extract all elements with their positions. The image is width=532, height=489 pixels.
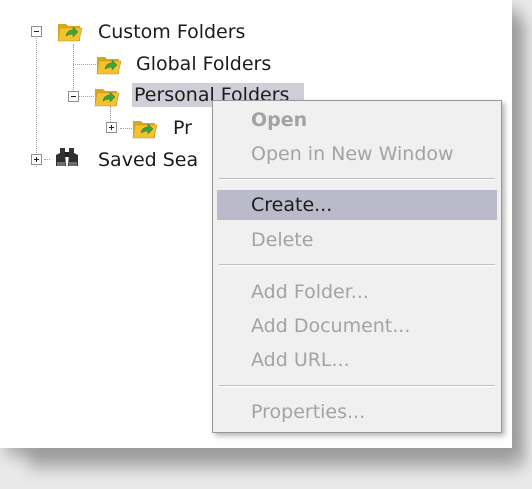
context-menu: Open Open in New Window Create... Delete…	[212, 100, 502, 433]
tree-line	[44, 159, 50, 160]
tree-line	[36, 36, 37, 167]
folder-icon	[94, 89, 120, 107]
binoculars-icon	[56, 148, 78, 166]
folder-icon	[57, 24, 83, 42]
tree-line	[73, 44, 74, 96]
expand-toggle-child-folder[interactable]	[106, 122, 117, 133]
folder-tree-pane: Custom Folders Global Folders Personal F…	[20, 8, 512, 448]
collapse-toggle-personal-folders[interactable]	[68, 91, 79, 102]
menu-item-add-document[interactable]: Add Document...	[217, 311, 497, 341]
collapse-toggle-custom-folders[interactable]	[31, 26, 42, 37]
tree-node-child-folder[interactable]: Pr	[171, 116, 194, 140]
frame-shadow-right	[510, 20, 526, 466]
tree-line	[120, 128, 132, 129]
tree-node-custom-folders[interactable]: Custom Folders	[96, 20, 247, 44]
tree-node-saved-searches[interactable]: Saved Sea	[96, 148, 198, 172]
tree-node-global-folders[interactable]: Global Folders	[134, 52, 273, 76]
menu-item-add-url[interactable]: Add URL...	[217, 345, 497, 375]
menu-item-open[interactable]: Open	[217, 105, 497, 135]
tree-window: Custom Folders Global Folders Personal F…	[0, 0, 512, 448]
menu-separator	[219, 385, 495, 387]
menu-item-delete[interactable]: Delete	[217, 225, 497, 255]
tree-line	[73, 64, 96, 65]
menu-item-open-in-new-window[interactable]: Open in New Window	[217, 139, 497, 169]
menu-separator	[219, 264, 495, 266]
frame-shadow-bottom	[28, 448, 516, 470]
expand-toggle-saved-searches[interactable]	[31, 154, 42, 165]
menu-item-properties[interactable]: Properties...	[217, 397, 497, 427]
menu-item-create[interactable]: Create...	[217, 190, 497, 220]
menu-separator	[219, 178, 495, 180]
menu-item-add-folder[interactable]: Add Folder...	[217, 277, 497, 307]
folder-icon	[132, 121, 158, 139]
folder-icon	[96, 57, 122, 75]
